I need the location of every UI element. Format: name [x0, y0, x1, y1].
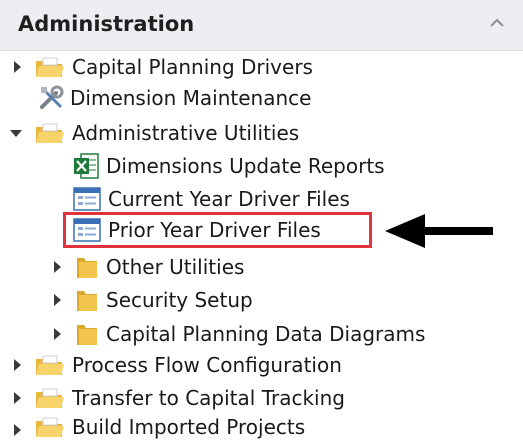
panel-header[interactable]: Administration	[0, 0, 523, 51]
tree-item-transfer-to-capital-tracking[interactable]: Transfer to Capital Tracking	[34, 382, 345, 414]
folder-open-icon	[36, 123, 64, 143]
tree-item-label: Transfer to Capital Tracking	[72, 386, 345, 410]
tree-item-label: Dimension Maintenance	[70, 86, 312, 110]
tree-item-build-imported-projects[interactable]: Build Imported Projects	[34, 413, 305, 441]
tree-item-dimension-maintenance[interactable]: Dimension Maintenance	[38, 82, 311, 114]
tree-item-security-setup[interactable]: Security Setup	[74, 284, 253, 316]
tree-item-label: Capital Planning Data Diagrams	[106, 322, 426, 346]
tree-item-other-utilities[interactable]: Other Utilities	[74, 251, 244, 283]
collapse-triangle-icon[interactable]	[9, 128, 23, 138]
tree-item-label: Process Flow Configuration	[72, 353, 342, 377]
highlight-box	[63, 212, 372, 248]
tree-item-label: Security Setup	[106, 288, 253, 312]
folder-open-icon	[36, 355, 64, 375]
expand-triangle-icon[interactable]	[12, 60, 22, 74]
tree-item-label: Dimensions Update Reports	[106, 154, 385, 178]
excel-icon	[74, 153, 99, 179]
tree-item-current-year-driver-files[interactable]: Current Year Driver Files	[72, 183, 350, 215]
expand-triangle-icon[interactable]	[12, 391, 22, 405]
tree-item-administrative-utilities[interactable]: Administrative Utilities	[34, 117, 299, 149]
tree-item-capital-planning-data-diagrams[interactable]: Capital Planning Data Diagrams	[74, 318, 425, 350]
expand-triangle-icon[interactable]	[52, 327, 62, 341]
folder-open-icon	[36, 417, 64, 437]
tools-icon	[40, 85, 64, 109]
panel-title: Administration	[18, 12, 195, 36]
tree-item-process-flow-configuration[interactable]: Process Flow Configuration	[34, 349, 342, 381]
tree-item-label: Current Year Driver Files	[108, 187, 350, 211]
expand-triangle-icon[interactable]	[12, 423, 22, 437]
arrow-left-icon	[385, 214, 493, 248]
folder-open-icon	[36, 388, 64, 408]
folder-closed-icon	[77, 325, 97, 345]
expand-triangle-icon[interactable]	[12, 358, 22, 372]
folder-closed-icon	[77, 258, 97, 278]
tree-item-label: Build Imported Projects	[72, 415, 306, 439]
expand-triangle-icon[interactable]	[52, 260, 62, 274]
tree-item-dimensions-update-reports[interactable]: Dimensions Update Reports	[72, 150, 385, 182]
tree-item-capital-planning-drivers[interactable]: Capital Planning Drivers	[34, 51, 313, 83]
folder-closed-icon	[77, 291, 97, 311]
folder-open-icon	[36, 57, 64, 77]
tree-item-label: Administrative Utilities	[72, 121, 300, 145]
chevron-up-icon[interactable]	[486, 12, 508, 34]
expand-triangle-icon[interactable]	[52, 293, 62, 307]
tree-item-label: Other Utilities	[106, 255, 245, 279]
form-icon	[73, 187, 101, 211]
tree-item-label: Capital Planning Drivers	[72, 55, 313, 79]
